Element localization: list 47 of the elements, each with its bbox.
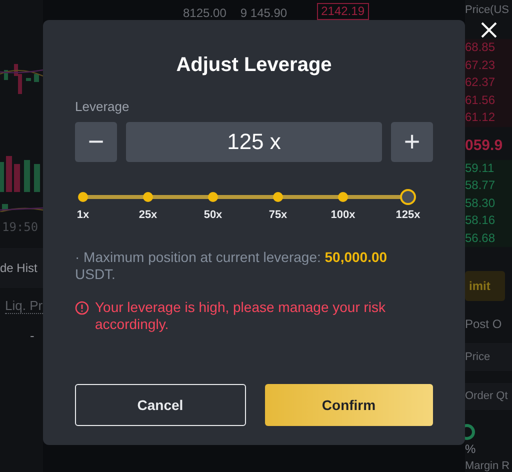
ask-price: 61.56 [465, 92, 512, 109]
mark-label: 25x [138, 209, 158, 221]
ask-price: 68.85 [465, 39, 512, 56]
mark-label: 50x [204, 209, 222, 221]
decrease-button[interactable]: − [75, 122, 117, 162]
field-label: Leverage [75, 99, 130, 114]
cancel-button[interactable]: Cancel [75, 384, 246, 426]
slider-mark[interactable] [143, 192, 153, 202]
mid-price: 059.9 [465, 136, 504, 154]
close-icon[interactable] [481, 22, 497, 38]
leverage-input[interactable]: 125 x [126, 122, 382, 162]
bid-price: 58.77 [465, 177, 512, 194]
slider-mark[interactable] [78, 192, 88, 202]
ask-price: 62.37 [465, 74, 512, 92]
table-cell-text: - [30, 328, 36, 343]
dialog-title: Adjust Leverage [176, 54, 332, 77]
bid-price: 56.68 [465, 230, 512, 247]
warning-text: Your leverage is high, please manage your risk accordingly. [95, 299, 387, 333]
warning-icon [75, 301, 89, 315]
column-header: Price(US [465, 4, 510, 16]
price-tick: 9 145.90 [240, 6, 288, 20]
price-tick: 8125.00 [183, 6, 226, 20]
bid-price: 58.30 [465, 194, 512, 212]
last-price-tag: 2142.19 [317, 3, 368, 20]
quantity-field[interactable]: Order Qt [465, 382, 512, 410]
volume-bars-drawing [0, 154, 43, 212]
post-only-label: Post O [465, 317, 503, 331]
bid-price: 58.16 [465, 212, 512, 230]
mark-label: 125x [396, 209, 420, 221]
mark-label: 75x [268, 209, 288, 221]
chart-time-label: 19:50 [1, 220, 40, 234]
price-field[interactable]: Price [465, 343, 512, 371]
bid-price: 59.11 [465, 160, 512, 177]
slider-mark[interactable] [208, 192, 218, 202]
ask-price: 61.12 [465, 109, 512, 126]
increase-button[interactable]: + [391, 122, 433, 162]
mark-label: 1x [76, 209, 90, 221]
confirm-button[interactable]: Confirm [264, 384, 433, 426]
margin-label: Margin R [465, 460, 511, 472]
max-position-text: · Maximum position at current leverage: 50,000.00 USDT. [75, 249, 388, 283]
slider-thumb[interactable] [400, 189, 416, 205]
slider-mark[interactable] [273, 192, 283, 202]
ask-price: 67.23 [465, 56, 512, 74]
slider-mark[interactable] [338, 192, 348, 202]
mark-label: 100x [330, 209, 356, 221]
percent-label: % [465, 442, 477, 456]
candlestick-chart-drawing [0, 62, 43, 94]
